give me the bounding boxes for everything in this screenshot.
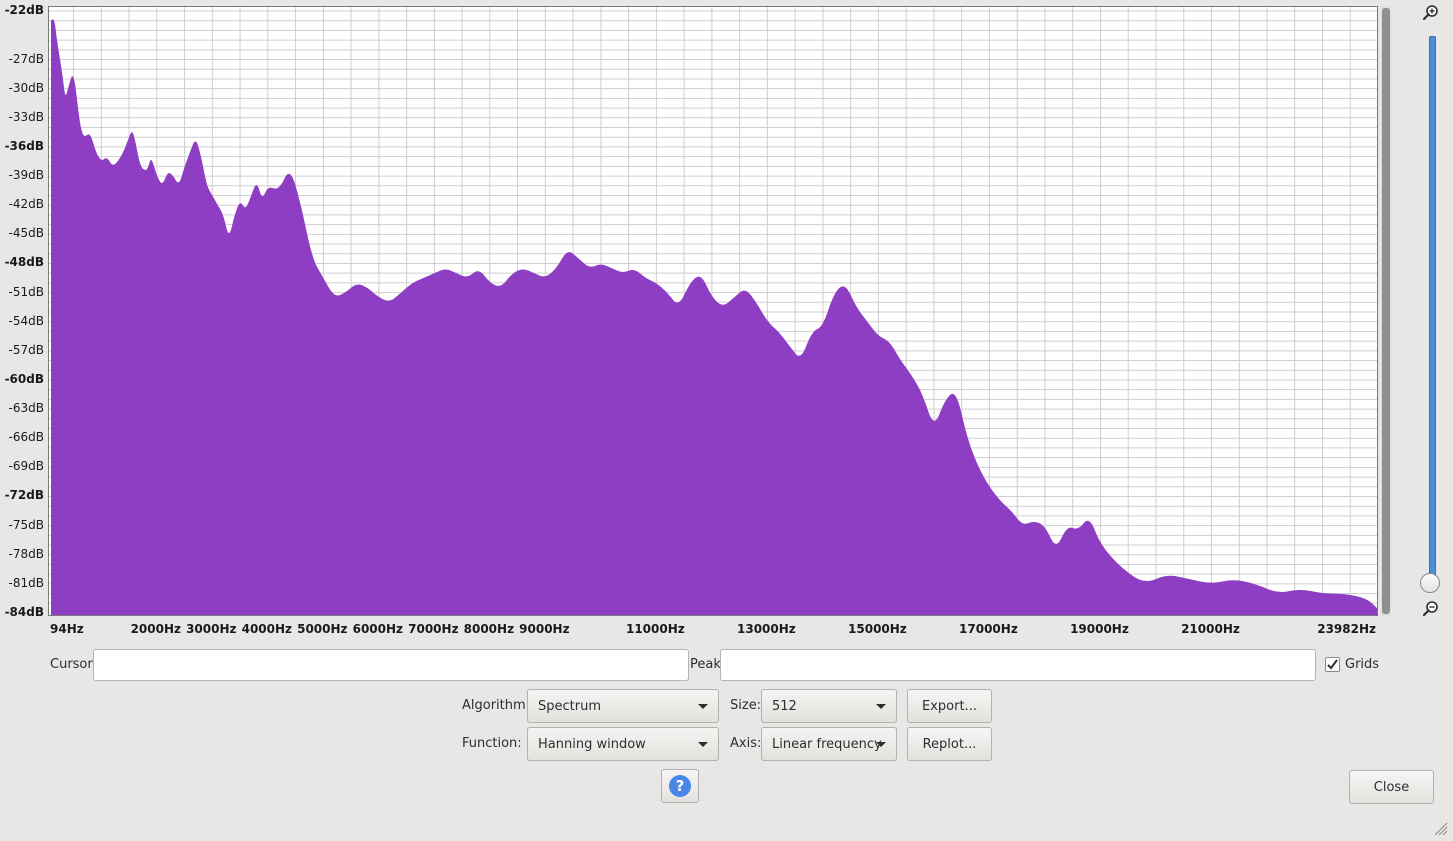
size-select[interactable]: 512 — [761, 689, 897, 723]
x-tick-label: 13000Hz — [737, 622, 796, 636]
function-label: Function: — [462, 736, 522, 751]
y-tick-label: -69dB — [8, 459, 44, 474]
cursor-label: Cursor: — [50, 657, 97, 672]
export-button[interactable]: Export... — [907, 689, 992, 723]
x-tick-label: 8000Hz — [463, 622, 515, 636]
x-tick-label: 21000Hz — [1181, 622, 1240, 636]
axis-label: Axis: — [730, 736, 762, 751]
grids-checkbox[interactable] — [1325, 657, 1340, 672]
x-tick-label: 15000Hz — [848, 622, 907, 636]
algorithm-value: Spectrum — [538, 698, 601, 714]
grids-label: Grids — [1345, 657, 1380, 672]
chevron-down-icon — [698, 742, 708, 747]
size-label: Size: — [730, 698, 762, 713]
algorithm-select[interactable]: Spectrum — [527, 689, 719, 723]
y-tick-label: -72dB — [4, 488, 44, 503]
y-tick-label: -66dB — [8, 430, 44, 445]
y-tick-label: -36dB — [4, 138, 44, 153]
y-tick-label: -57dB — [8, 342, 44, 357]
zoom-slider[interactable] — [1429, 36, 1436, 586]
x-tick-label: 6000Hz — [352, 622, 404, 636]
y-tick-label: -78dB — [8, 546, 44, 561]
zoom-in-icon[interactable] — [1422, 4, 1440, 22]
y-tick-label: -63dB — [8, 401, 44, 416]
y-tick-label: -33dB — [8, 109, 44, 124]
x-tick-label: 2000Hz — [130, 622, 182, 636]
y-tick-label: -39dB — [8, 168, 44, 183]
algorithm-label: Algorithm: — [462, 698, 531, 713]
y-tick-label: -81dB — [8, 575, 44, 590]
y-tick-label: -48dB — [4, 255, 44, 270]
cursor-field[interactable] — [93, 649, 689, 681]
x-tick-label: 11000Hz — [625, 622, 685, 636]
y-tick-label: -60dB — [4, 371, 44, 386]
close-button[interactable]: Close — [1349, 770, 1434, 804]
function-value: Hanning window — [538, 736, 646, 752]
y-tick-label: -42dB — [8, 197, 44, 212]
axis-value: Linear frequency — [772, 736, 882, 752]
scrollbar-thumb[interactable] — [1382, 8, 1390, 614]
replot-button[interactable]: Replot... — [907, 727, 992, 761]
y-tick-label: -51dB — [8, 284, 44, 299]
checkmark-icon — [1327, 659, 1338, 670]
function-select[interactable]: Hanning window — [527, 727, 719, 761]
y-tick-label: -75dB — [8, 517, 44, 532]
x-tick-label: 94Hz — [50, 622, 84, 636]
x-tick-label: 4000Hz — [241, 622, 293, 636]
axis-select[interactable]: Linear frequency — [761, 727, 897, 761]
x-tick-label: 3000Hz — [186, 622, 237, 636]
resize-grip-icon[interactable] — [1432, 820, 1448, 836]
y-tick-label: -22dB — [4, 3, 44, 17]
spectrum-area — [51, 19, 1377, 615]
zoom-slider-handle[interactable] — [1420, 573, 1440, 593]
x-tick-label: 9000Hz — [519, 622, 570, 636]
y-tick-label: -45dB — [8, 226, 44, 241]
size-value: 512 — [772, 698, 797, 714]
x-tick-label: 19000Hz — [1070, 622, 1129, 636]
x-tick-label: 7000Hz — [408, 622, 459, 636]
help-button[interactable]: ? — [661, 769, 699, 803]
help-icon: ? — [669, 775, 691, 797]
y-tick-label: -27dB — [8, 51, 44, 66]
spectrum-chart — [49, 7, 1377, 615]
chevron-down-icon — [876, 704, 886, 709]
plot-vertical-scrollbar[interactable] — [1381, 6, 1391, 616]
chevron-down-icon — [876, 742, 886, 747]
zoom-out-icon[interactable] — [1422, 600, 1440, 618]
x-tick-label: 23982Hz — [1317, 622, 1376, 636]
spectrum-plot[interactable] — [48, 6, 1378, 616]
y-tick-label: -54dB — [8, 313, 44, 328]
y-tick-label: -84dB — [4, 605, 44, 619]
y-tick-label: -30dB — [8, 80, 44, 95]
x-tick-label: 5000Hz — [297, 622, 348, 636]
chevron-down-icon — [698, 704, 708, 709]
x-tick-label: 17000Hz — [959, 622, 1018, 636]
peak-field[interactable] — [720, 649, 1316, 681]
